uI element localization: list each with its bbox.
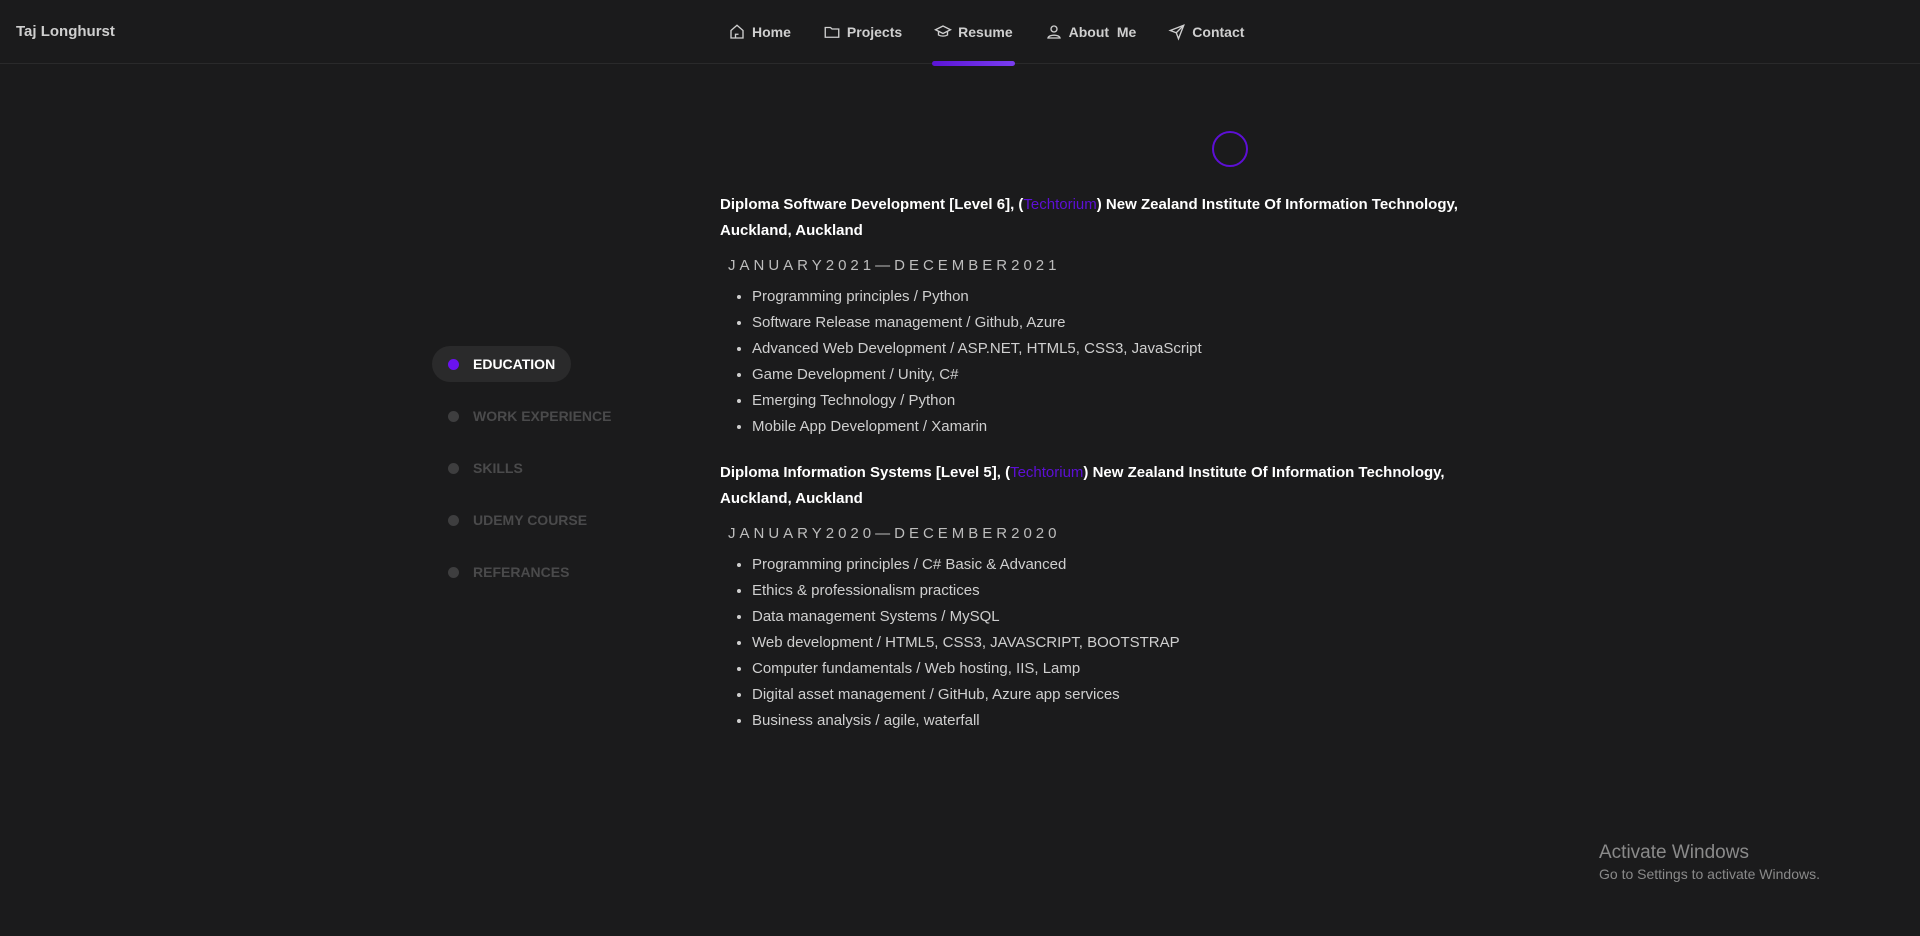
list-item: Data management Systems / MySQL <box>752 604 1500 630</box>
education-content: Diploma Software Development [Level 6], … <box>720 192 1500 754</box>
nav-projects-label: Projects <box>846 24 903 40</box>
nav-contact-label: Contact <box>1192 24 1245 40</box>
school-link[interactable]: Techtorium <box>1023 196 1096 213</box>
sidebar-item-label: UDEMY COURSE <box>473 512 588 528</box>
title-text: Diploma Information Systems [Level 5], ( <box>720 464 1011 481</box>
sidebar-item-label: SKILLS <box>473 460 523 476</box>
education-dates: JANUARY2020—DECEMBER2020 <box>728 525 1061 542</box>
list-item: Digital asset management / GitHub, Azure… <box>752 682 1500 708</box>
send-icon <box>1168 24 1186 41</box>
bullet-dot-icon <box>448 410 459 422</box>
folder-icon <box>824 26 840 38</box>
windows-activation-watermark: Activate Windows Go to Settings to activ… <box>1599 842 1820 882</box>
watermark-subtitle: Go to Settings to activate Windows. <box>1599 866 1820 882</box>
list-item: Ethics & professionalism practices <box>752 578 1500 604</box>
list-item: Emerging Technology / Python <box>752 388 1500 414</box>
course-list: Programming principles / Python Software… <box>720 284 1500 440</box>
list-item: Software Release management / Github, Az… <box>752 310 1500 336</box>
school-link[interactable]: Techtorium <box>1010 464 1083 481</box>
sidebar-item-udemy-course[interactable]: UDEMY COURSE <box>432 502 603 538</box>
graduation-cap-icon <box>934 25 953 37</box>
bullet-dot-icon <box>448 358 459 370</box>
list-item: Programming principles / Python <box>752 284 1500 310</box>
bullet-dot-icon <box>448 514 459 526</box>
education-entry: Diploma Software Development [Level 6], … <box>720 192 1500 440</box>
course-list: Programming principles / C# Basic & Adva… <box>720 552 1500 734</box>
watermark-title: Activate Windows <box>1599 842 1749 863</box>
main-nav: Home Projects Resume About Me Contact <box>712 0 1260 66</box>
nav-about-label: About Me <box>1068 24 1137 40</box>
bullet-dot-icon <box>448 566 459 578</box>
title-text: Diploma Software Development [Level 6], … <box>720 196 1024 213</box>
loading-spinner <box>1212 131 1248 167</box>
nav-resume-label: Resume <box>958 24 1013 40</box>
brand-name[interactable]: Taj Longhurst <box>16 23 115 40</box>
list-item: Advanced Web Development / ASP.NET, HTML… <box>752 336 1500 362</box>
list-item: Game Development / Unity, C# <box>752 362 1500 388</box>
home-icon <box>730 24 744 39</box>
user-icon <box>1046 25 1061 39</box>
education-dates: JANUARY2021—DECEMBER2021 <box>728 257 1061 274</box>
nav-about[interactable]: About Me <box>1029 0 1153 64</box>
education-title: Diploma Software Development [Level 6], … <box>720 192 1500 244</box>
top-navbar: Taj Longhurst Home Projects Resume About… <box>0 0 1920 66</box>
sidebar-item-label: EDUCATION <box>473 356 556 372</box>
list-item: Business analysis / agile, waterfall <box>752 708 1500 734</box>
bullet-dot-icon <box>448 462 459 474</box>
sidebar-item-work-experience[interactable]: WORK EXPERIENCE <box>432 398 627 434</box>
list-item: Mobile App Development / Xamarin <box>752 414 1500 440</box>
nav-contact[interactable]: Contact <box>1152 0 1260 64</box>
list-item: Programming principles / C# Basic & Adva… <box>752 552 1500 578</box>
sidebar-item-education[interactable]: EDUCATION <box>432 346 572 382</box>
nav-resume[interactable]: Resume <box>918 0 1028 66</box>
resume-sidebar: EDUCATION WORK EXPERIENCE SKILLS UDEMY C… <box>432 346 672 606</box>
nav-home[interactable]: Home <box>712 0 807 64</box>
nav-projects[interactable]: Projects <box>807 0 918 64</box>
sidebar-item-label: WORK EXPERIENCE <box>473 408 612 424</box>
sidebar-item-references[interactable]: REFERANCES <box>432 554 585 590</box>
sidebar-item-label: REFERANCES <box>473 564 570 580</box>
education-title: Diploma Information Systems [Level 5], (… <box>720 460 1500 512</box>
list-item: Computer fundamentals / Web hosting, IIS… <box>752 656 1500 682</box>
nav-home-label: Home <box>752 24 791 40</box>
list-item: Web development / HTML5, CSS3, JAVASCRIP… <box>752 630 1500 656</box>
sidebar-item-skills[interactable]: SKILLS <box>432 450 539 486</box>
education-entry: Diploma Information Systems [Level 5], (… <box>720 460 1500 734</box>
